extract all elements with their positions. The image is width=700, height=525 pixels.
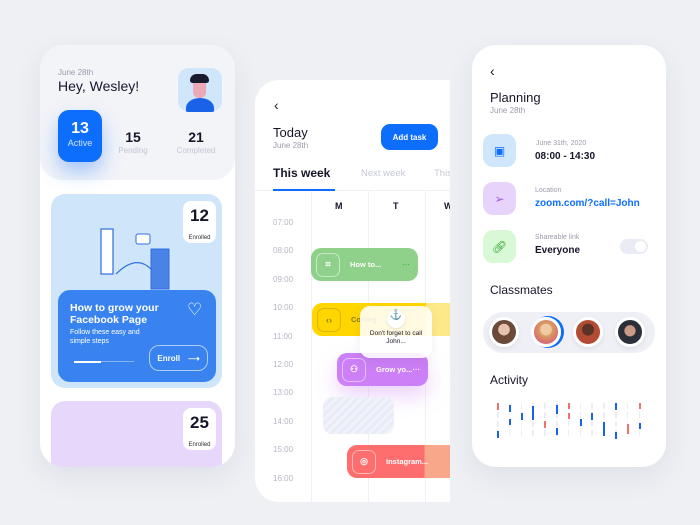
classmate-avatar[interactable] [531,317,561,347]
day-header: T [393,201,399,211]
schedule-screen: ‹ Today June 28th Add task This week Nex… [255,80,450,502]
tooltip: ⚓ Don't forget to call John... [360,306,432,358]
activity-bar [508,405,511,412]
activity-bar [567,413,570,419]
activity-bar [638,423,641,429]
instagram-icon: ◎ [352,449,376,474]
classmate-avatar[interactable] [489,317,519,347]
time-label: 14:00 [273,416,294,426]
anchor-icon: ⚓ [387,310,405,328]
enrolled-badge: 25 Enrolled [183,408,216,450]
activity-bar [556,405,558,414]
time-label: 08:00 [273,246,294,256]
activity-bar [544,421,547,428]
send-icon: ➢ [483,182,516,215]
event-instagram[interactable]: ◎ Instagram... [347,445,450,478]
users-icon: ⚇ [342,357,366,382]
back-icon[interactable]: ‹ [274,97,279,113]
activity-title: Activity [490,373,529,387]
enroll-button[interactable]: Enroll ⟶ [149,345,208,371]
activity-bar [532,406,535,420]
calendar-icon: ▣ [483,134,516,167]
activity-bar [497,403,499,410]
empty-slot[interactable] [323,397,394,434]
classmate-avatar[interactable] [573,317,603,347]
stat-completed[interactable]: 21 Completed [171,129,221,155]
activity-bar [508,419,511,425]
activity-bar [603,422,606,436]
classmate-avatar[interactable] [615,317,645,347]
classmates-list [483,312,655,353]
time-label: 15:00 [273,445,294,455]
time-label: 13:00 [273,388,294,398]
activity-bar [579,419,582,426]
link-icon: 🔗︎ [483,230,516,263]
time-label: 09:00 [273,274,294,284]
location-link[interactable]: zoom.com/?call=John [535,198,640,209]
illustration [100,228,170,290]
time-label: 12:00 [273,360,294,369]
activity-bar [591,413,594,420]
share-value: Everyone [535,245,581,256]
title: Today [273,125,308,140]
activity-bar [615,432,617,439]
dashboard-screen: June 28th Hey, Wesley! 13 Active 15 Pend… [40,45,235,467]
course-card[interactable]: 25 Enrolled [51,401,222,467]
activity-bar [567,403,570,409]
tab-next-week[interactable]: Next week [361,168,405,179]
arrow-right-icon: ⟶ [188,353,200,363]
day-header: W [444,201,450,211]
share-toggle[interactable] [620,239,648,254]
avatar[interactable] [178,68,222,112]
time-label: 11:00 [273,331,293,341]
time-range: 08:00 - 14:30 [535,151,596,162]
activity-bar [626,424,629,434]
title: Planning [490,90,541,105]
tab-this[interactable]: This [434,168,450,179]
time-label: 07:00 [273,218,294,227]
course-card[interactable]: 12 Enrolled How to grow your Facebook Pag… [51,194,222,388]
time-label: 16:00 [273,473,294,483]
crop-icon: ⌗ [316,252,340,277]
classmates-title: Classmates [490,283,553,297]
activity-bar [520,413,523,420]
add-task-button[interactable]: Add task [381,124,438,150]
code-icon: ‹› [317,307,341,332]
date: June 28th [490,106,526,115]
enrolled-badge: 12 Enrolled [183,201,216,243]
stat-pending[interactable]: 15 Pending [113,129,153,155]
greeting: Hey, Wesley! [58,78,140,94]
activity-chart [497,403,647,443]
date: June 28th [273,141,309,150]
tab-this-week[interactable]: This week [273,166,330,180]
day-header: M [335,201,343,211]
stat-active[interactable]: 13 Active [58,110,102,162]
back-icon[interactable]: ‹ [490,63,495,79]
activity-bar [497,431,499,438]
heart-icon[interactable]: ♡ [187,300,202,320]
event-how-to[interactable]: ⌗ How to... ··· [311,248,418,281]
activity-bar [638,403,641,409]
planning-screen: ‹ Planning June 28th ▣ ➢ 🔗︎ June 31th, 2… [472,45,666,467]
date: June 28th [58,68,94,77]
tab-indicator [273,189,335,191]
time-label: 10:00 [273,303,294,313]
activity-bar [556,428,558,435]
activity-bar [615,403,617,410]
course-info: How to grow your Facebook Page Follow th… [58,290,216,382]
progress-bar [74,361,134,363]
